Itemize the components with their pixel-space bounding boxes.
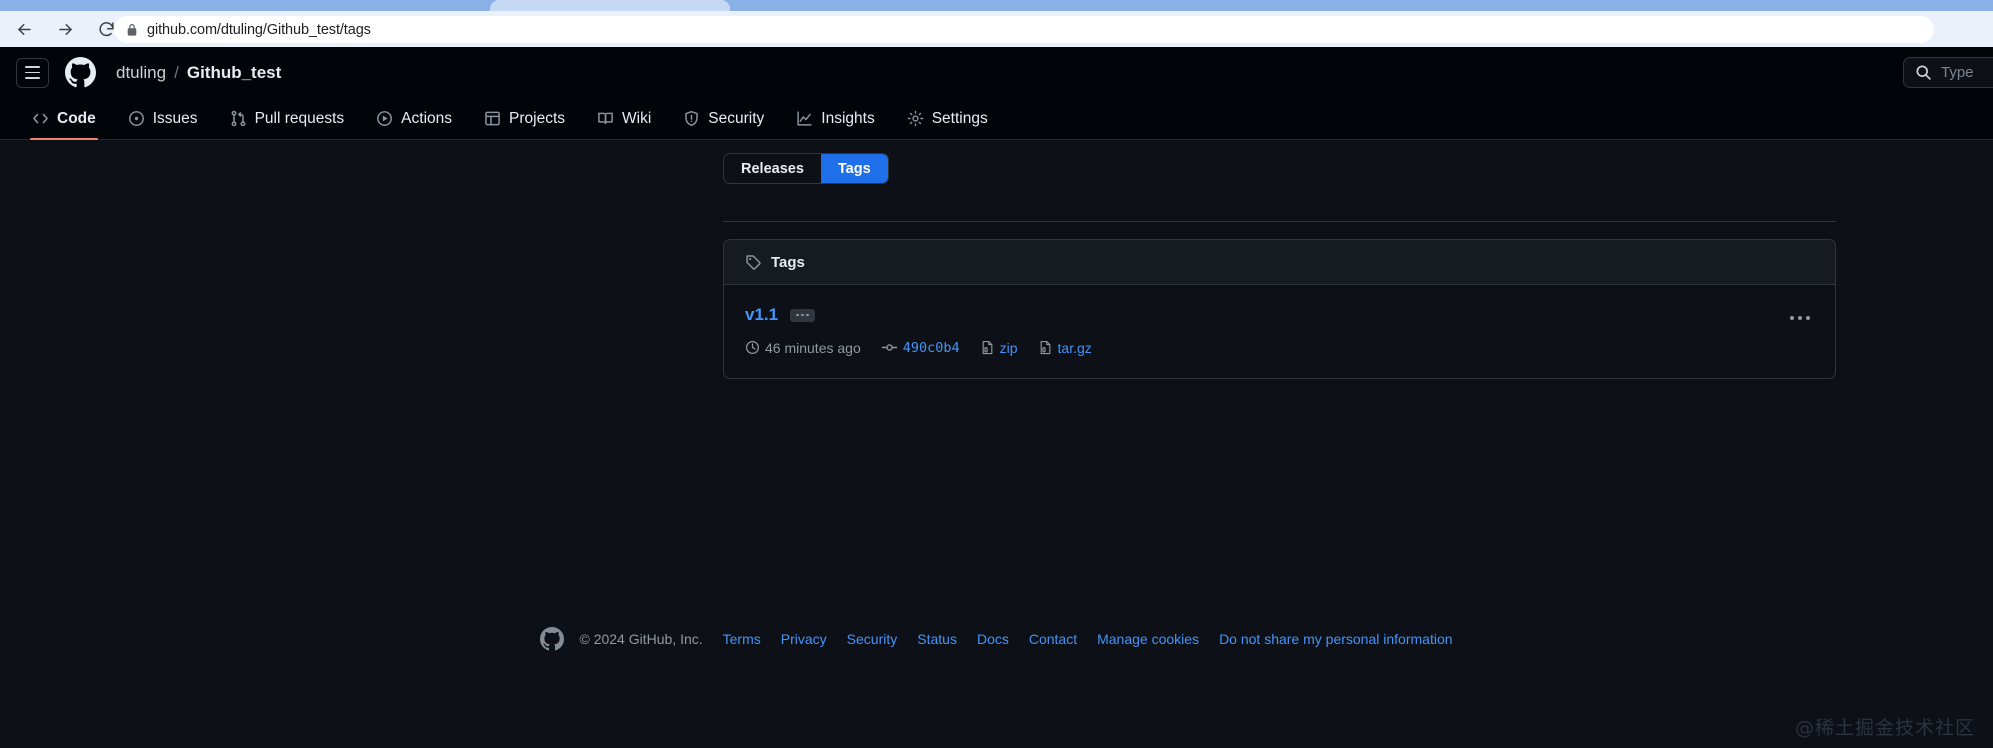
tag-time: 46 minutes ago xyxy=(745,340,861,356)
watermark: @稀土掘金技术社区 xyxy=(1794,717,1975,739)
tag-name-line: v1.1 xyxy=(745,305,1814,325)
git-pull-request-icon xyxy=(230,110,247,127)
nav-tab-insights[interactable]: Insights xyxy=(782,98,888,140)
nav-tab-label: Security xyxy=(708,109,765,127)
lock-icon xyxy=(126,23,138,37)
breadcrumb-separator: / xyxy=(174,62,179,82)
address-bar[interactable]: github.com/dtuling/Github_test/tags xyxy=(114,16,1934,43)
git-commit-icon xyxy=(881,339,898,356)
nav-tab-settings[interactable]: Settings xyxy=(893,98,1002,140)
browser-active-tab[interactable] xyxy=(490,0,730,11)
tag-time-label: 46 minutes ago xyxy=(765,339,861,356)
table-row: v1.1 46 minutes ago 490c0b4 zip tar.gz xyxy=(724,285,1835,378)
book-icon xyxy=(597,110,614,127)
footer-link-security[interactable]: Security xyxy=(847,631,898,647)
table-icon xyxy=(484,110,501,127)
ellipsis-badge-icon[interactable] xyxy=(790,308,816,322)
footer-link-contact[interactable]: Contact xyxy=(1029,631,1077,647)
page-footer: © 2024 GitHub, Inc. Terms Privacy Securi… xyxy=(0,627,1993,651)
gear-icon xyxy=(907,110,924,127)
tag-name-link[interactable]: v1.1 xyxy=(745,305,778,325)
breadcrumb-repo[interactable]: Github_test xyxy=(187,63,281,83)
tag-targz-label: tar.gz xyxy=(1057,339,1092,356)
shield-icon xyxy=(683,110,700,127)
nav-tab-actions[interactable]: Actions xyxy=(362,98,466,140)
nav-tab-label: Settings xyxy=(931,109,988,127)
section-divider xyxy=(723,221,1836,222)
nav-tab-label: Projects xyxy=(509,109,566,127)
nav-tab-wiki[interactable]: Wiki xyxy=(583,98,665,140)
toggle-tags-button[interactable]: Tags xyxy=(820,154,888,183)
tag-metadata: 46 minutes ago 490c0b4 zip tar.gz xyxy=(745,339,1814,356)
footer-copyright: © 2024 GitHub, Inc. xyxy=(579,631,703,647)
tag-commit-sha[interactable]: 490c0b4 xyxy=(903,340,960,356)
clock-icon xyxy=(745,340,760,355)
tag-download-zip[interactable]: zip xyxy=(980,340,1018,356)
github-mark-icon[interactable] xyxy=(65,57,96,88)
nav-tab-label: Code xyxy=(57,109,96,127)
nav-tab-label: Pull requests xyxy=(254,109,345,127)
code-icon xyxy=(32,110,49,127)
footer-link-terms[interactable]: Terms xyxy=(723,631,761,647)
tags-card-title: Tags xyxy=(771,253,805,271)
breadcrumb: dtuling / Github_test xyxy=(116,63,281,83)
forward-button[interactable] xyxy=(47,11,83,47)
nav-tab-code[interactable]: Code xyxy=(18,98,110,140)
repo-nav: Code Issues Pull requests Actions Projec… xyxy=(0,98,1993,140)
breadcrumb-owner[interactable]: dtuling xyxy=(116,63,166,83)
tags-card-header: Tags xyxy=(724,240,1835,285)
file-zip-icon xyxy=(980,340,995,355)
nav-tab-projects[interactable]: Projects xyxy=(470,98,579,140)
toggle-releases-button[interactable]: Releases xyxy=(724,154,821,183)
tag-icon xyxy=(745,254,762,271)
play-icon xyxy=(376,110,393,127)
browser-tab-strip xyxy=(0,0,1993,11)
address-bar-url: github.com/dtuling/Github_test/tags xyxy=(147,21,371,38)
graph-icon xyxy=(796,110,813,127)
nav-tab-pull-requests[interactable]: Pull requests xyxy=(216,98,359,140)
back-button[interactable] xyxy=(6,11,42,47)
tags-card: Tags v1.1 46 minutes ago 490c0b4 zip tar… xyxy=(723,239,1836,379)
nav-tab-security[interactable]: Security xyxy=(669,98,778,140)
github-mark-icon xyxy=(540,627,565,651)
tag-download-targz[interactable]: tar.gz xyxy=(1038,340,1092,356)
github-page: dtuling / Github_test Type Code Issues P… xyxy=(0,47,1993,748)
file-zip-icon xyxy=(1038,340,1053,355)
nav-tab-label: Issues xyxy=(152,109,198,127)
browser-chrome: github.com/dtuling/Github_test/tags xyxy=(0,0,1993,47)
nav-tab-label: Actions xyxy=(401,109,453,127)
browser-toolbar: github.com/dtuling/Github_test/tags xyxy=(0,11,1993,47)
content-column: Releases Tags Tags v1.1 46 minutes ago 4… xyxy=(723,153,1836,379)
search-placeholder: Type xyxy=(1941,64,1974,81)
footer-link-docs[interactable]: Docs xyxy=(977,631,1009,647)
github-header: dtuling / Github_test Type xyxy=(0,47,1993,98)
search-icon xyxy=(1915,64,1932,81)
footer-link-do-not-share[interactable]: Do not share my personal information xyxy=(1219,631,1452,647)
kebab-horizontal-icon[interactable] xyxy=(1785,305,1815,331)
hamburger-icon[interactable] xyxy=(16,57,49,88)
nav-tab-issues[interactable]: Issues xyxy=(114,98,212,140)
nav-tab-label: Wiki xyxy=(622,109,652,127)
releases-tags-toggle: Releases Tags xyxy=(723,153,889,184)
footer-link-status[interactable]: Status xyxy=(917,631,957,647)
footer-link-manage-cookies[interactable]: Manage cookies xyxy=(1097,631,1199,647)
tag-zip-label: zip xyxy=(999,339,1018,356)
tag-commit: 490c0b4 xyxy=(881,339,960,356)
search-input[interactable]: Type xyxy=(1903,57,1993,88)
footer-link-privacy[interactable]: Privacy xyxy=(781,631,827,647)
nav-tab-label: Insights xyxy=(821,109,875,127)
issue-opened-icon xyxy=(128,110,145,127)
